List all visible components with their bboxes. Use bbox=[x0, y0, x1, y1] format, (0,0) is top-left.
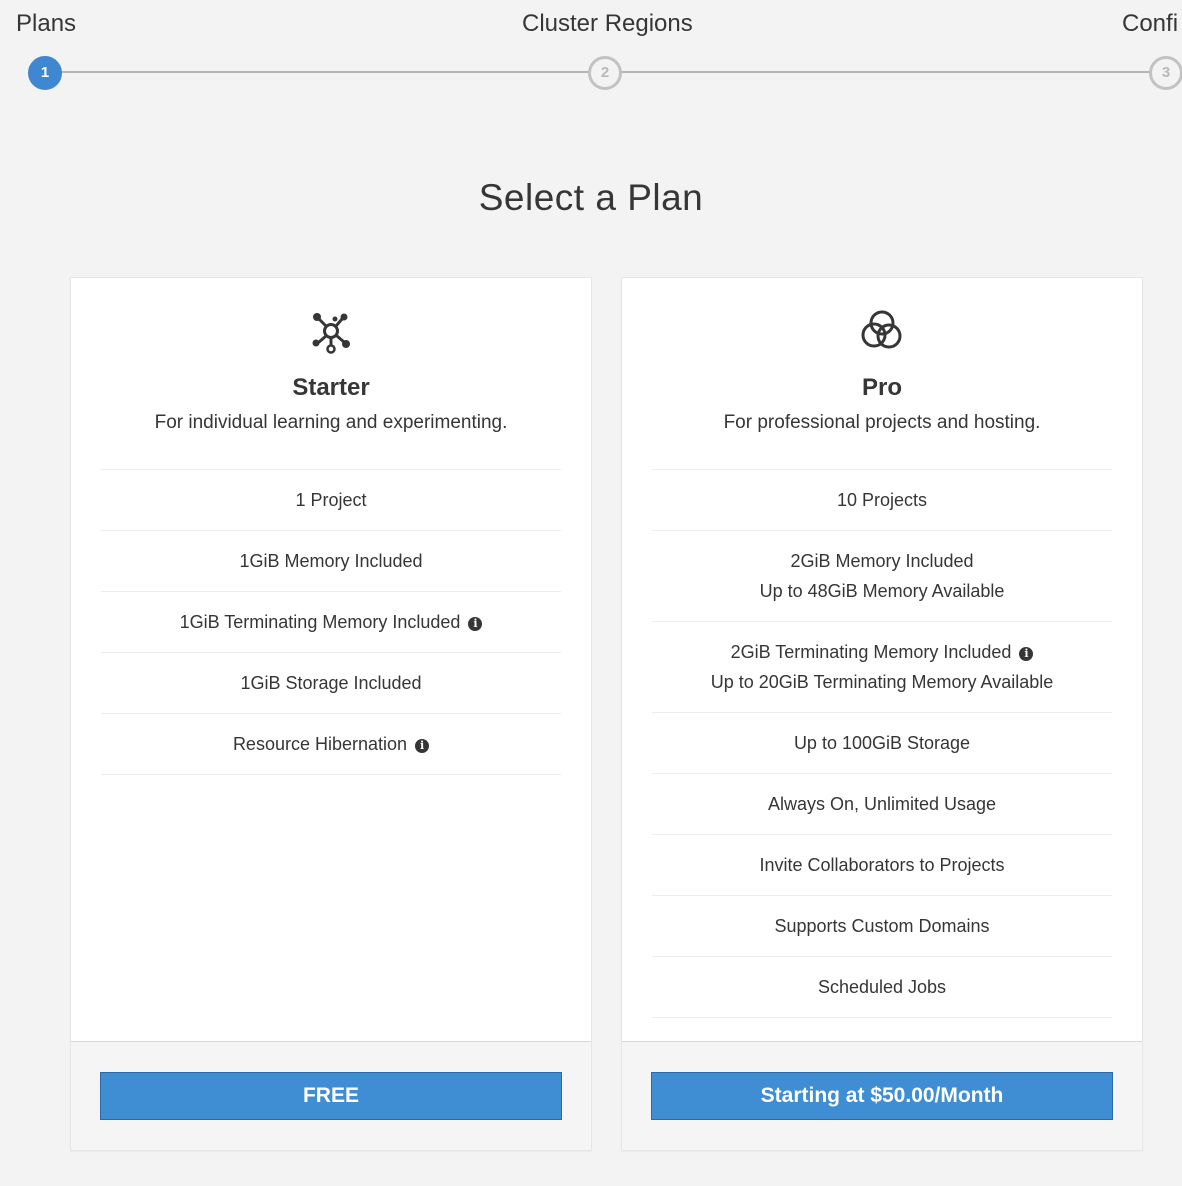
feature-item: Invite Collaborators to Projects bbox=[652, 835, 1112, 896]
info-icon[interactable]: i bbox=[1019, 647, 1034, 661]
feature-item: 2GiB Terminating Memory Included i Up to … bbox=[652, 622, 1112, 713]
info-icon[interactable]: i bbox=[468, 617, 483, 631]
feature-text: Resource Hibernation bbox=[232, 734, 408, 754]
step-3-indicator[interactable]: 3 bbox=[1149, 56, 1182, 90]
feature-text: Invite Collaborators to Projects bbox=[759, 855, 1005, 875]
select-starter-button[interactable]: FREE bbox=[100, 1072, 562, 1120]
feature-item: Supports Custom Domains bbox=[652, 896, 1112, 957]
interlocking-circles-icon bbox=[861, 310, 902, 349]
feature-text: 2GiB Memory Included bbox=[790, 551, 974, 571]
select-pro-button[interactable]: Starting at $50.00/Month bbox=[651, 1072, 1113, 1120]
feature-text: 1GiB Storage Included bbox=[240, 673, 422, 693]
feature-item: Scheduled Jobs bbox=[652, 957, 1112, 1018]
plan-name: Starter bbox=[292, 374, 370, 401]
feature-text: 1GiB Memory Included bbox=[239, 551, 423, 571]
feature-subtext: Up to 20GiB Terminating Memory Available bbox=[710, 672, 1054, 692]
plan-card-starter[interactable]: Starter For individual learning and expe… bbox=[70, 277, 592, 1151]
step-label-cluster-regions[interactable]: Cluster Regions bbox=[522, 10, 693, 38]
feature-text: Up to 100GiB Storage bbox=[793, 733, 971, 753]
plan-selection-page: Plans Cluster Regions Confi 1 2 3 Select… bbox=[0, 0, 1182, 1186]
feature-text: 2GiB Terminating Memory Included bbox=[730, 642, 1012, 662]
plan-feature-list: 10 Projects 2GiB Memory Included Up to 48… bbox=[652, 469, 1112, 1018]
feature-text: 1 Project bbox=[295, 490, 367, 510]
molecule-nodes-icon bbox=[312, 313, 350, 354]
plan-name: Pro bbox=[861, 374, 902, 401]
feature-text: 1GiB Terminating Memory Included bbox=[179, 612, 461, 632]
plan-description: For professional projects and hosting. bbox=[723, 412, 1041, 433]
feature-subtext: Up to 48GiB Memory Available bbox=[759, 581, 1005, 601]
step-2-indicator[interactable]: 2 bbox=[588, 56, 622, 90]
feature-item: Always On, Unlimited Usage bbox=[652, 774, 1112, 835]
plan-card-footer: FREE bbox=[71, 1041, 591, 1150]
feature-text: Always On, Unlimited Usage bbox=[767, 794, 997, 814]
feature-item: 2GiB Memory Included Up to 48GiB Memory A… bbox=[652, 531, 1112, 622]
feature-item: Up to 100GiB Storage bbox=[652, 713, 1112, 774]
feature-text: Supports Custom Domains bbox=[774, 916, 990, 936]
feature-text: 10 Projects bbox=[836, 490, 928, 510]
feature-item: 1 Project bbox=[101, 470, 561, 531]
feature-item: 1GiB Terminating Memory Included i bbox=[101, 592, 561, 653]
plan-description: For individual learning and experimentin… bbox=[154, 412, 508, 433]
feature-text: Scheduled Jobs bbox=[817, 977, 947, 997]
plan-card-footer: Starting at $50.00/Month bbox=[622, 1041, 1142, 1150]
feature-item: Resource Hibernation i bbox=[101, 714, 561, 775]
step-label-configure[interactable]: Confi bbox=[1122, 10, 1178, 38]
plan-feature-list: 1 Project 1GiB Memory Included 1GiB Term… bbox=[101, 469, 561, 775]
feature-item: 1GiB Storage Included bbox=[101, 653, 561, 714]
feature-item: 10 Projects bbox=[652, 470, 1112, 531]
step-1-indicator[interactable]: 1 bbox=[28, 56, 62, 90]
feature-item: 1GiB Memory Included bbox=[101, 531, 561, 592]
info-icon[interactable]: i bbox=[415, 739, 430, 753]
page-title: Select a Plan bbox=[478, 177, 704, 218]
plan-card-pro[interactable]: Pro For professional projects and hostin… bbox=[621, 277, 1143, 1151]
step-label-plans[interactable]: Plans bbox=[16, 10, 76, 38]
